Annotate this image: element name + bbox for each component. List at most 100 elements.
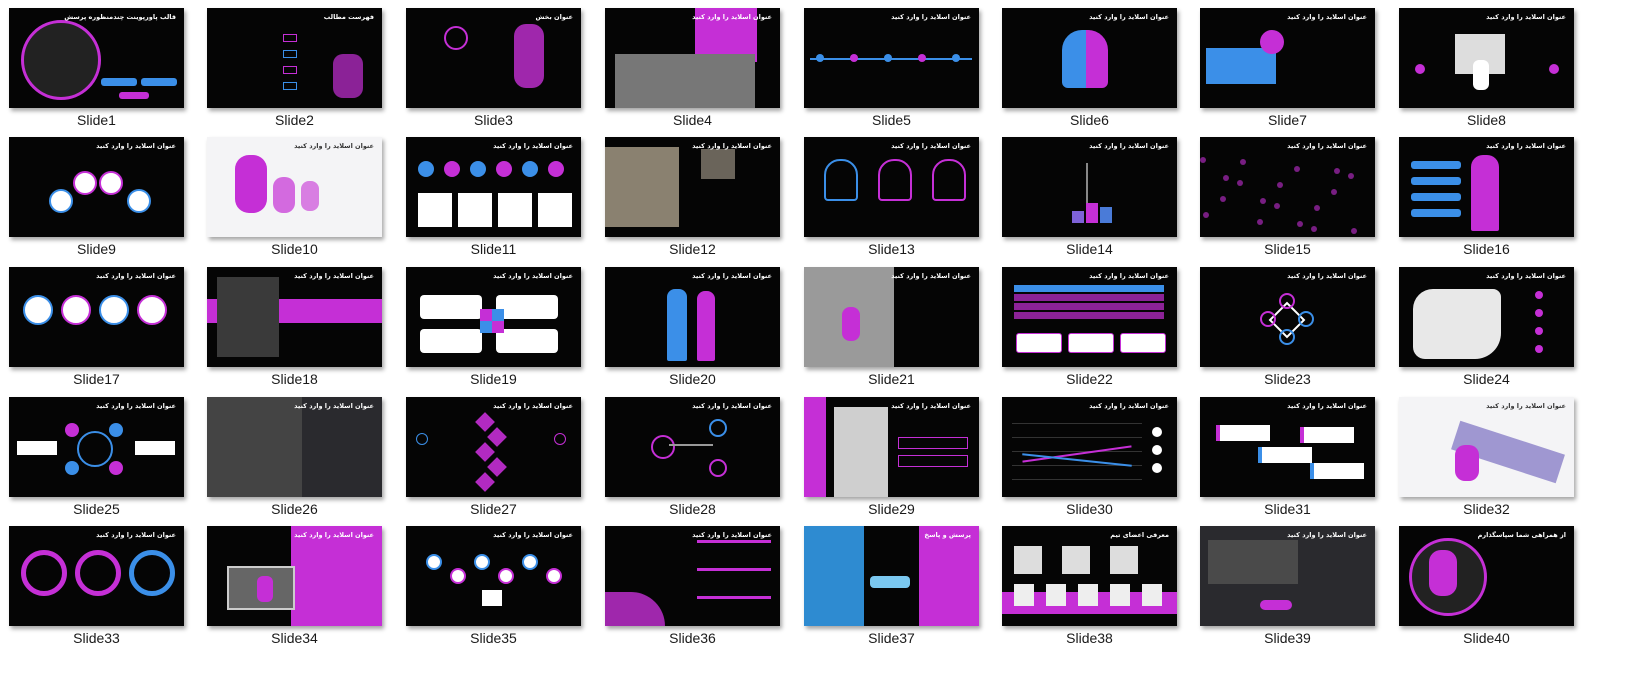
slide-thumbnail[interactable]: عنوان اسلاید را وارد کنید <box>804 267 979 367</box>
slide-tile-9[interactable]: عنوان اسلاید را وارد کنید Slide9 <box>9 137 184 260</box>
slide-thumbnail[interactable]: عنوان اسلاید را وارد کنید <box>9 137 184 237</box>
slide-thumbnail[interactable]: عنوان اسلاید را وارد کنید <box>1002 397 1177 497</box>
slide-tile-21[interactable]: عنوان اسلاید را وارد کنید Slide21 <box>804 267 979 390</box>
slide-caption: Slide28 <box>669 501 716 517</box>
slide-tile-33[interactable]: عنوان اسلاید را وارد کنید Slide33 <box>9 526 184 649</box>
slide-tile-24[interactable]: عنوان اسلاید را وارد کنید Slide24 <box>1399 267 1574 390</box>
slide-thumbnail[interactable]: عنوان اسلاید را وارد کنید <box>207 137 382 237</box>
slide-title-text: عنوان اسلاید را وارد کنید <box>1287 13 1367 21</box>
slide-thumbnail[interactable]: عنوان اسلاید را وارد کنید <box>9 267 184 367</box>
slide-thumbnail[interactable]: معرفی اعضای تیم <box>1002 526 1177 626</box>
slide-tile-25[interactable]: عنوان اسلاید را وارد کنید Slide25 <box>9 397 184 520</box>
slide-tile-23[interactable]: عنوان اسلاید را وارد کنید Slide23 <box>1200 267 1375 390</box>
slide-tile-26[interactable]: عنوان اسلاید را وارد کنید Slide26 <box>207 397 382 520</box>
slide-thumbnail[interactable]: عنوان اسلاید را وارد کنید <box>1200 397 1375 497</box>
slide-tile-37[interactable]: پرسش و پاسخ Slide37 <box>804 526 979 649</box>
slide-thumbnail[interactable]: عنوان بخش <box>406 8 581 108</box>
slide-thumbnail[interactable]: عنوان اسلاید را وارد کنید <box>1002 267 1177 367</box>
hexagon <box>475 412 495 432</box>
slide-tile-12[interactable]: عنوان اسلاید را وارد کنید Slide12 <box>605 137 780 260</box>
slide-tile-32[interactable]: عنوان اسلاید را وارد کنید Slide32 <box>1399 397 1574 520</box>
slide-thumbnail[interactable]: عنوان اسلاید را وارد کنید <box>406 526 581 626</box>
slide-thumbnail[interactable]: عنوان اسلاید را وارد کنید <box>406 397 581 497</box>
slide-tile-6[interactable]: عنوان اسلاید را وارد کنید Slide6 <box>1002 8 1177 131</box>
slide-tile-19[interactable]: عنوان اسلاید را وارد کنید Slide19 <box>406 267 581 390</box>
slide-thumbnail[interactable]: عنوان اسلاید را وارد کنید <box>804 137 979 237</box>
slide-tile-5[interactable]: عنوان اسلاید را وارد کنید Slide5 <box>804 8 979 131</box>
slide-tile-2[interactable]: فهرست مطالب Slide2 <box>207 8 382 131</box>
bullet-bar <box>1411 193 1461 201</box>
slide-thumbnail[interactable]: عنوان اسلاید را وارد کنید <box>605 137 780 237</box>
slide-caption: Slide33 <box>73 630 120 646</box>
slide-tile-7[interactable]: عنوان اسلاید را وارد کنید Slide7 <box>1200 8 1375 131</box>
slide-thumbnail[interactable]: عنوان اسلاید را وارد کنید <box>1399 267 1574 367</box>
slide-tile-30[interactable]: عنوان اسلاید را وارد کنید Slide30 <box>1002 397 1177 520</box>
slide-title-text: عنوان اسلاید را وارد کنید <box>294 272 374 280</box>
slide-tile-10[interactable]: عنوان اسلاید را وارد کنید Slide10 <box>207 137 382 260</box>
slide-thumbnail[interactable]: عنوان اسلاید را وارد کنید <box>605 267 780 367</box>
slide-thumbnail[interactable]: قالب پاورپوینت چندمنظوره پرسش <box>9 8 184 108</box>
hand-shape <box>1473 60 1489 90</box>
slide-caption: Slide4 <box>673 112 712 128</box>
slide-tile-8[interactable]: عنوان اسلاید را وارد کنید Slide8 <box>1399 8 1574 131</box>
slide-thumbnail[interactable]: عنوان اسلاید را وارد کنید <box>406 267 581 367</box>
slide-thumbnail[interactable]: عنوان اسلاید را وارد کنید <box>1399 397 1574 497</box>
slide-tile-36[interactable]: عنوان اسلاید را وارد کنید Slide36 <box>605 526 780 649</box>
dot <box>1152 445 1162 455</box>
slide-tile-14[interactable]: عنوان اسلاید را وارد کنید Slide14 <box>1002 137 1177 260</box>
slide-thumbnail[interactable]: عنوان اسلاید را وارد کنید <box>207 526 382 626</box>
slide-thumbnail[interactable]: فهرست مطالب <box>207 8 382 108</box>
slide-tile-13[interactable]: عنوان اسلاید را وارد کنید Slide13 <box>804 137 979 260</box>
slide-caption: Slide19 <box>470 371 517 387</box>
slide-thumbnail[interactable]: عنوان اسلاید را وارد کنید <box>1200 526 1375 626</box>
photo-block <box>605 147 679 227</box>
bar <box>1072 211 1084 223</box>
question-mark-shape <box>1429 550 1457 596</box>
slide-thumbnail[interactable]: عنوان اسلاید را وارد کنید <box>1002 137 1177 237</box>
slide-tile-22[interactable]: عنوان اسلاید را وارد کنید Slide22 <box>1002 267 1177 390</box>
slide-thumbnail[interactable]: عنوان اسلاید را وارد کنید <box>9 526 184 626</box>
slide-tile-35[interactable]: عنوان اسلاید را وارد کنید Slide35 <box>406 526 581 649</box>
slide-thumbnail[interactable]: عنوان اسلاید را وارد کنید <box>1002 8 1177 108</box>
slide-tile-1[interactable]: قالب پاورپوینت چندمنظوره پرسش Slide1 <box>9 8 184 131</box>
slide-tile-16[interactable]: عنوان اسلاید را وارد کنید Slide16 <box>1399 137 1574 260</box>
icon-circle <box>137 295 167 325</box>
slide-thumbnail[interactable]: عنوان اسلاید را وارد کنید <box>804 8 979 108</box>
slide-thumbnail[interactable]: عنوان اسلاید را وارد کنید <box>605 8 780 108</box>
slide-thumbnail[interactable]: عنوان اسلاید را وارد کنید <box>207 397 382 497</box>
slide-caption: Slide9 <box>77 241 116 257</box>
slide-title-text: عنوان اسلاید را وارد کنید <box>1486 142 1566 150</box>
slide-tile-29[interactable]: عنوان اسلاید را وارد کنید Slide29 <box>804 397 979 520</box>
slide-tile-4[interactable]: عنوان اسلاید را وارد کنید Slide4 <box>605 8 780 131</box>
slide-thumbnail[interactable]: عنوان اسلاید را وارد کنید <box>1200 8 1375 108</box>
slide-tile-27[interactable]: عنوان اسلاید را وارد کنید Slide27 <box>406 397 581 520</box>
slide-tile-31[interactable]: عنوان اسلاید را وارد کنید Slide31 <box>1200 397 1375 520</box>
slide-tile-38[interactable]: معرفی اعضای تیم Slide38 <box>1002 526 1177 649</box>
slide-thumbnail[interactable]: عنوان اسلاید را وارد کنید <box>1200 267 1375 367</box>
slide-tile-17[interactable]: عنوان اسلاید را وارد کنید Slide17 <box>9 267 184 390</box>
slide-thumbnail[interactable]: عنوان اسلاید را وارد کنید <box>1399 137 1574 237</box>
step-card <box>1216 425 1270 441</box>
slide-tile-39[interactable]: عنوان اسلاید را وارد کنید Slide39 <box>1200 526 1375 649</box>
slide-thumbnail[interactable]: عنوان اسلاید را وارد کنید <box>9 397 184 497</box>
slide-thumbnail[interactable]: عنوان اسلاید را وارد کنید <box>605 397 780 497</box>
slide-tile-3[interactable]: عنوان بخش Slide3 <box>406 8 581 131</box>
slide-thumbnail[interactable]: عنوان اسلاید را وارد کنید <box>406 137 581 237</box>
slide-thumbnail[interactable]: عنوان اسلاید را وارد کنید <box>804 397 979 497</box>
slide-thumbnail[interactable]: پرسش و پاسخ <box>804 526 979 626</box>
slide-tile-18[interactable]: عنوان اسلاید را وارد کنید Slide18 <box>207 267 382 390</box>
slide-tile-40[interactable]: از همراهی شما سپاسگذارم Slide40 <box>1399 526 1574 649</box>
slide-thumbnail[interactable]: عنوان اسلاید را وارد کنید <box>1399 8 1574 108</box>
slide-thumbnail[interactable]: عنوان اسلاید را وارد کنید <box>1200 137 1375 237</box>
slide-thumbnail[interactable]: از همراهی شما سپاسگذارم <box>1399 526 1574 626</box>
slide-tile-28[interactable]: عنوان اسلاید را وارد کنید Slide28 <box>605 397 780 520</box>
slide-tile-20[interactable]: عنوان اسلاید را وارد کنید Slide20 <box>605 267 780 390</box>
slide-tile-15[interactable]: عنوان اسلاید را وارد کنید Slide15 <box>1200 137 1375 260</box>
question-mark-shape <box>1260 600 1292 610</box>
slide-tile-34[interactable]: عنوان اسلاید را وارد کنید Slide34 <box>207 526 382 649</box>
slide-caption: Slide13 <box>868 241 915 257</box>
slide-thumbnail[interactable]: عنوان اسلاید را وارد کنید <box>605 526 780 626</box>
slide-caption: Slide20 <box>669 371 716 387</box>
slide-thumbnail[interactable]: عنوان اسلاید را وارد کنید <box>207 267 382 367</box>
slide-tile-11[interactable]: عنوان اسلاید را وارد کنید Slide11 <box>406 137 581 260</box>
